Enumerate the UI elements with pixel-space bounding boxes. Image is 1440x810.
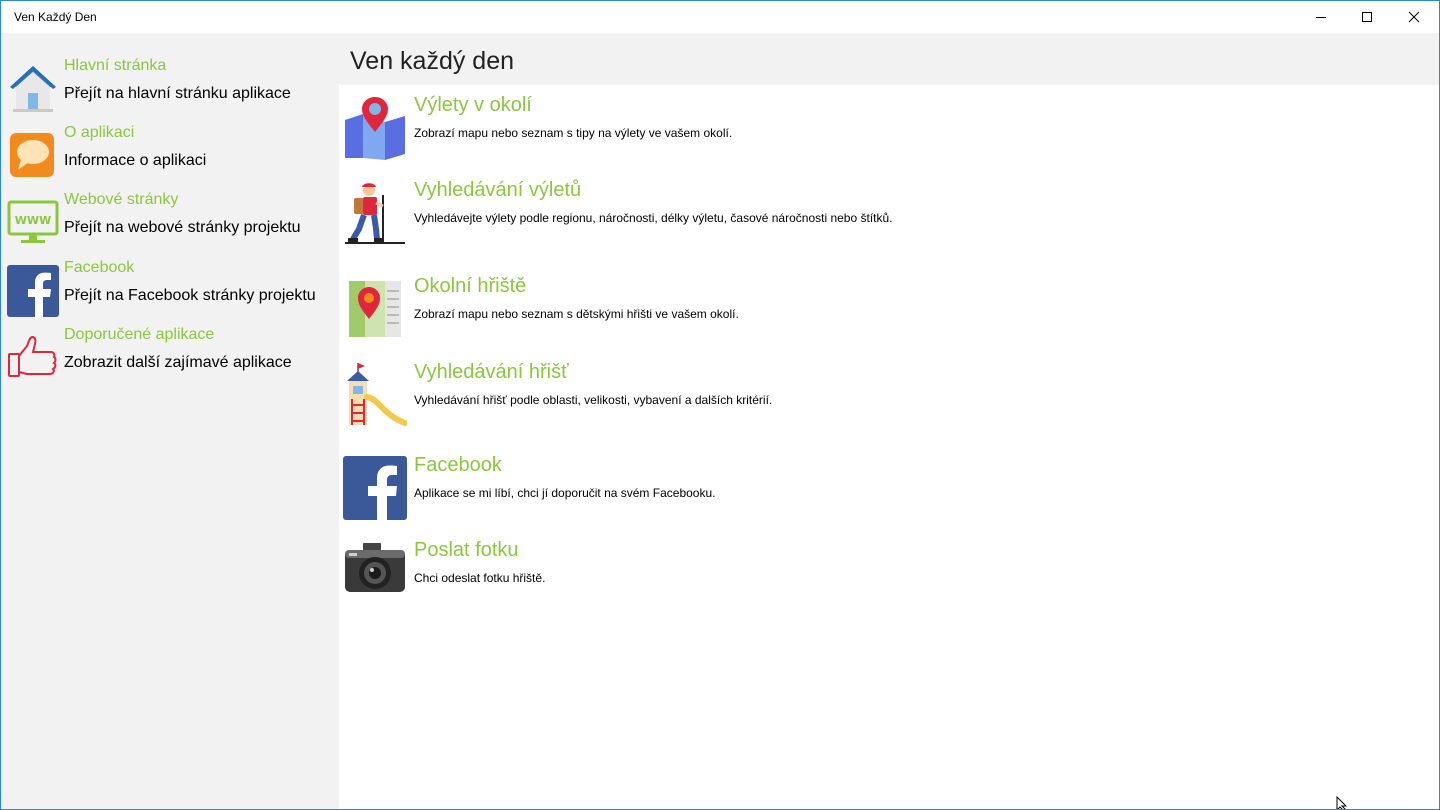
tile-title: Poslat fotku	[414, 539, 519, 561]
minimize-icon	[1316, 17, 1326, 18]
tile-desc: Vyhledávejte výlety podle regionu, nároč…	[414, 211, 893, 225]
sidebar-item-title: Webové stránky	[64, 191, 179, 208]
tile-facebook[interactable]: Facebook Aplikace se mi líbí, chci jí do…	[343, 454, 1343, 526]
window-title: Ven Každý Den	[14, 10, 97, 24]
tile-title: Vyhledávání hřišť	[414, 361, 569, 383]
app-window: Ven Každý Den Hlavní stránka Přejít na h…	[0, 0, 1440, 810]
www-monitor-icon: WWW	[7, 200, 59, 243]
tile-playgrounds-nearby[interactable]: Okolní hřiště Zobrazí mapu nebo seznam s…	[343, 275, 1343, 347]
facebook-icon	[7, 265, 59, 317]
sidebar-item-title: Facebook	[64, 259, 135, 276]
sidebar-item-title: Hlavní stránka	[64, 57, 167, 74]
tile-trip-search[interactable]: Vyhledávání výletů Vyhledávejte výlety p…	[343, 179, 1343, 251]
minimize-button[interactable]	[1298, 1, 1344, 33]
tile-desc: Zobrazí mapu nebo seznam s dětskými hřiš…	[414, 307, 739, 321]
tile-title: Výlety v okolí	[414, 94, 532, 116]
mouse-cursor-icon	[1336, 796, 1348, 809]
sidebar-item-desc: Přejít na Facebook stránky projektu	[64, 287, 316, 304]
sidebar-menu: Hlavní stránka Přejít na hlavní stránku …	[1, 33, 339, 809]
chat-bubble-icon	[10, 133, 54, 177]
page-title: Ven každý den	[350, 47, 515, 75]
playground-map-icon	[349, 281, 401, 337]
tile-desc: Aplikace se mi líbí, chci jí doporučit n…	[414, 486, 716, 500]
sidebar-item-home[interactable]: Hlavní stránka Přejít na hlavní stránku …	[1, 57, 339, 121]
sidebar-item-website[interactable]: WWW Webové stránky Přejít na webové strá…	[1, 191, 339, 255]
svg-text:WWW: WWW	[15, 214, 51, 227]
close-button[interactable]	[1391, 1, 1437, 33]
tile-playground-search[interactable]: Vyhledávání hřišť Vyhledávání hřišť podl…	[343, 361, 1343, 433]
slide-tower-icon	[347, 363, 407, 426]
facebook-icon	[343, 456, 407, 520]
tile-desc: Chci odeslat fotku hřiště.	[414, 571, 546, 585]
sidebar-item-about[interactable]: O aplikaci Informace o aplikaci	[1, 124, 339, 188]
camera-icon	[345, 543, 405, 592]
main-content: Výlety v okolí Zobrazí mapu nebo seznam …	[339, 85, 1439, 809]
sidebar-item-title: O aplikaci	[64, 124, 135, 141]
sidebar-item-desc: Přejít na webové stránky projektu	[64, 219, 301, 236]
page-header: Ven každý den	[339, 33, 1439, 85]
map-pin-icon	[345, 97, 405, 160]
maximize-icon	[1362, 12, 1372, 22]
sidebar-item-facebook[interactable]: Facebook Přejít na Facebook stránky proj…	[1, 259, 339, 323]
sidebar-item-desc: Informace o aplikaci	[64, 152, 207, 169]
tile-send-photo[interactable]: Poslat fotku Chci odeslat fotku hřiště.	[343, 539, 1343, 611]
tile-title: Vyhledávání výletů	[414, 179, 582, 201]
tile-title: Facebook	[414, 454, 502, 476]
hiker-icon	[345, 183, 405, 244]
close-icon	[1408, 11, 1420, 23]
house-icon	[10, 66, 56, 112]
title-bar: Ven Každý Den	[1, 1, 1439, 33]
tile-desc: Zobrazí mapu nebo seznam s tipy na výlet…	[414, 126, 733, 140]
tile-desc: Vyhledávání hřišť podle oblasti, velikos…	[414, 393, 773, 407]
sidebar-item-title: Doporučené aplikace	[64, 326, 215, 343]
tile-title: Okolní hřiště	[414, 275, 527, 297]
sidebar-item-desc: Zobrazit další zajímavé aplikace	[64, 354, 292, 371]
thumbs-up-icon	[8, 335, 57, 377]
sidebar-item-desc: Přejít na hlavní stránku aplikace	[64, 85, 291, 102]
tile-trips-nearby[interactable]: Výlety v okolí Zobrazí mapu nebo seznam …	[343, 94, 1343, 166]
sidebar-item-recommended-apps[interactable]: Doporučené aplikace Zobrazit další zajím…	[1, 326, 339, 390]
maximize-button[interactable]	[1344, 1, 1390, 33]
